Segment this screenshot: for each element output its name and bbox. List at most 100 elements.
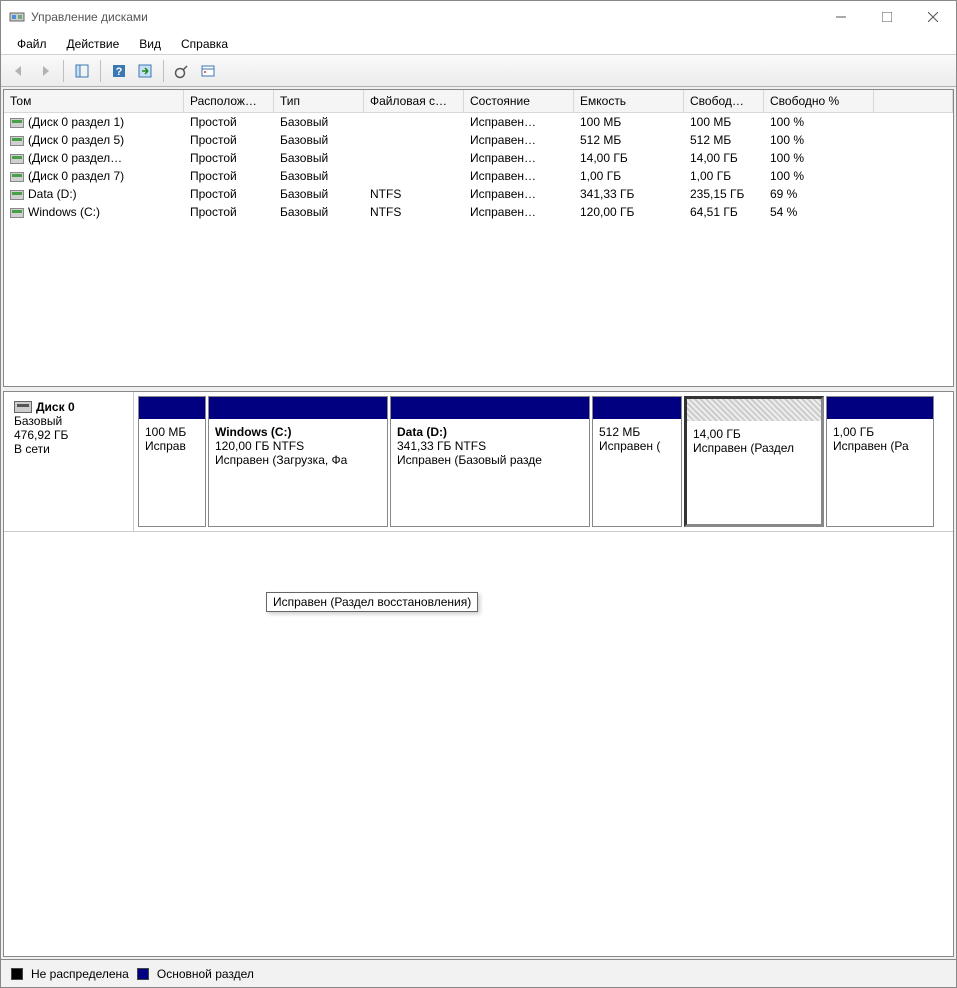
- volume-fs: [364, 167, 464, 185]
- partition[interactable]: 1,00 ГБИсправен (Ра: [826, 396, 934, 527]
- volume-layout: Простой: [184, 131, 274, 149]
- col-freepct[interactable]: Свободно %: [764, 90, 874, 112]
- volume-freepct: 100 %: [764, 149, 874, 167]
- volume-row[interactable]: (Диск 0 раздел 5)ПростойБазовыйИсправен……: [4, 131, 953, 149]
- partition-header: [687, 399, 821, 421]
- col-volume[interactable]: Том: [4, 90, 184, 112]
- volume-layout: Простой: [184, 185, 274, 203]
- partition-size: 14,00 ГБ: [693, 427, 815, 441]
- action-button[interactable]: [133, 59, 157, 83]
- col-status[interactable]: Состояние: [464, 90, 574, 112]
- partition-header: [209, 397, 387, 419]
- volume-name: Data (D:): [28, 187, 77, 201]
- volume-name: (Диск 0 раздел 5): [28, 133, 124, 147]
- partition-status: Исправ: [145, 439, 199, 453]
- volume-free: 14,00 ГБ: [684, 149, 764, 167]
- partition[interactable]: 14,00 ГБИсправен (Раздел: [684, 396, 824, 527]
- volume-type: Базовый: [274, 113, 364, 131]
- partition-header: [827, 397, 933, 419]
- volume-free: 1,00 ГБ: [684, 167, 764, 185]
- toolbar-separator: [163, 60, 164, 82]
- volume-fs: [364, 131, 464, 149]
- volume-freepct: 69 %: [764, 185, 874, 203]
- col-filler: [874, 90, 953, 112]
- menu-view[interactable]: Вид: [129, 35, 171, 53]
- volume-icon: [10, 118, 24, 128]
- volume-row[interactable]: Windows (C:)ПростойБазовыйNTFSИсправен…1…: [4, 203, 953, 221]
- partition-header: [593, 397, 681, 419]
- col-type[interactable]: Тип: [274, 90, 364, 112]
- volume-type: Базовый: [274, 203, 364, 221]
- volume-free: 512 МБ: [684, 131, 764, 149]
- volume-status: Исправен…: [464, 185, 574, 203]
- refresh-button[interactable]: [170, 59, 194, 83]
- volume-row[interactable]: (Диск 0 раздел…ПростойБазовыйИсправен…14…: [4, 149, 953, 167]
- volume-fs: NTFS: [364, 203, 464, 221]
- help-button[interactable]: ?: [107, 59, 131, 83]
- partition[interactable]: Windows (C:)120,00 ГБ NTFSИсправен (Загр…: [208, 396, 388, 527]
- volume-status: Исправен…: [464, 167, 574, 185]
- partition-size: 100 МБ: [145, 425, 199, 439]
- partition-status: Исправен (: [599, 439, 675, 453]
- partition-status: Исправен (Загрузка, Фа: [215, 453, 381, 467]
- volume-type: Базовый: [274, 131, 364, 149]
- properties-button[interactable]: [196, 59, 220, 83]
- volume-row[interactable]: Data (D:)ПростойБазовыйNTFSИсправен…341,…: [4, 185, 953, 203]
- maximize-button[interactable]: [864, 1, 910, 33]
- col-free[interactable]: Свобод…: [684, 90, 764, 112]
- back-button[interactable]: [7, 59, 31, 83]
- volume-fs: [364, 149, 464, 167]
- app-icon: [9, 9, 25, 25]
- partition[interactable]: 100 МБИсправ: [138, 396, 206, 527]
- volume-capacity: 512 МБ: [574, 131, 684, 149]
- volume-list: Том Располож… Тип Файловая с… Состояние …: [3, 89, 954, 387]
- partition-size: 341,33 ГБ NTFS: [397, 439, 583, 453]
- volume-layout: Простой: [184, 149, 274, 167]
- menu-action[interactable]: Действие: [57, 35, 130, 53]
- disk-name-label: Диск 0: [36, 400, 75, 414]
- col-capacity[interactable]: Емкость: [574, 90, 684, 112]
- disk-status: В сети: [14, 442, 123, 456]
- show-hide-tree-button[interactable]: [70, 59, 94, 83]
- legend-unallocated: Не распределена: [31, 967, 129, 981]
- volume-status: Исправен…: [464, 113, 574, 131]
- volume-capacity: 14,00 ГБ: [574, 149, 684, 167]
- legend: Не распределена Основной раздел: [1, 959, 956, 987]
- volume-icon: [10, 208, 24, 218]
- volume-capacity: 1,00 ГБ: [574, 167, 684, 185]
- col-layout[interactable]: Располож…: [184, 90, 274, 112]
- volume-row[interactable]: (Диск 0 раздел 7)ПростойБазовыйИсправен……: [4, 167, 953, 185]
- swatch-primary: [137, 968, 149, 980]
- volume-name: (Диск 0 раздел 7): [28, 169, 124, 183]
- volume-fs: [364, 113, 464, 131]
- volume-layout: Простой: [184, 203, 274, 221]
- disk-info[interactable]: Диск 0 Базовый 476,92 ГБ В сети: [4, 392, 134, 531]
- partition[interactable]: Data (D:)341,33 ГБ NTFSИсправен (Базовый…: [390, 396, 590, 527]
- volume-freepct: 100 %: [764, 131, 874, 149]
- menu-help[interactable]: Справка: [171, 35, 238, 53]
- volume-status: Исправен…: [464, 203, 574, 221]
- volume-row[interactable]: (Диск 0 раздел 1)ПростойБазовыйИсправен……: [4, 113, 953, 131]
- menu-file[interactable]: Файл: [7, 35, 57, 53]
- partition-container: 100 МБИсправWindows (C:)120,00 ГБ NTFSИс…: [134, 392, 953, 531]
- volume-type: Базовый: [274, 167, 364, 185]
- partition-title: Data (D:): [397, 425, 583, 439]
- volume-capacity: 341,33 ГБ: [574, 185, 684, 203]
- volume-body[interactable]: (Диск 0 раздел 1)ПростойБазовыйИсправен……: [4, 113, 953, 386]
- col-fs[interactable]: Файловая с…: [364, 90, 464, 112]
- title-bar: Управление дисками: [1, 1, 956, 33]
- svg-text:?: ?: [116, 66, 123, 78]
- volume-type: Базовый: [274, 149, 364, 167]
- toolbar: ?: [1, 55, 956, 87]
- forward-button[interactable]: [33, 59, 57, 83]
- volume-icon: [10, 190, 24, 200]
- partition[interactable]: 512 МБИсправен (: [592, 396, 682, 527]
- close-button[interactable]: [910, 1, 956, 33]
- partition-status: Исправен (Раздел: [693, 441, 815, 455]
- minimize-button[interactable]: [818, 1, 864, 33]
- partition-size: 1,00 ГБ: [833, 425, 927, 439]
- disk-icon: [14, 401, 32, 413]
- window-title: Управление дисками: [31, 10, 818, 24]
- volume-free: 235,15 ГБ: [684, 185, 764, 203]
- partition-size: 512 МБ: [599, 425, 675, 439]
